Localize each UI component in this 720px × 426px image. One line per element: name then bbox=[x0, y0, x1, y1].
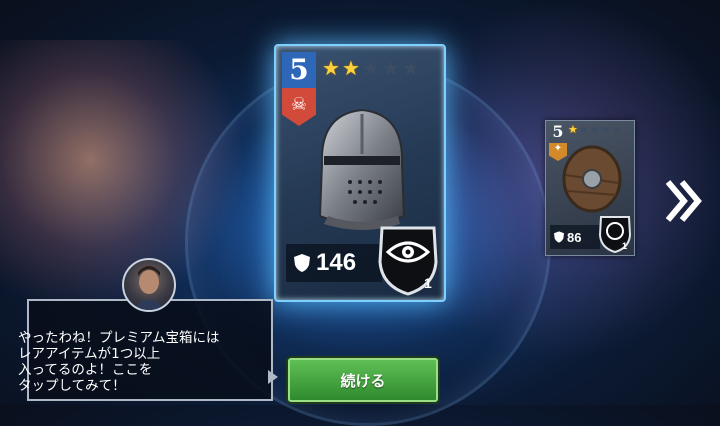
round-wooden-shield-icon bbox=[562, 145, 622, 213]
armor-shield-icon bbox=[554, 231, 564, 243]
continue-button[interactable]: 続ける bbox=[288, 358, 438, 402]
star-rating: ★ ★ ★ ★ ★ bbox=[568, 123, 621, 136]
star-filled-icon: ★ bbox=[341, 56, 360, 80]
next-arrow-icon[interactable] bbox=[664, 178, 704, 224]
class-count: 1 bbox=[424, 275, 432, 291]
class-count: 1 bbox=[622, 241, 627, 251]
dialog-line: レアアイテムが1つ以上 bbox=[18, 346, 161, 362]
star-empty-icon: ★ bbox=[381, 56, 400, 80]
power-stat: 86 bbox=[550, 225, 600, 249]
lion-icon: 1 bbox=[598, 216, 632, 253]
dialog-line: 入ってるのよ！ここを bbox=[18, 362, 153, 378]
power-value: 146 bbox=[316, 249, 357, 276]
eye-icon: 1 bbox=[378, 226, 438, 296]
tier-badge: 5 bbox=[552, 122, 564, 141]
star-filled-icon: ★ bbox=[322, 56, 340, 80]
star-empty-icon: ★ bbox=[401, 56, 420, 80]
tier-badge: 5 bbox=[282, 52, 316, 88]
star-rating: ★ ★ ★ ★ ★ bbox=[322, 56, 420, 80]
dialog-text: やったわね！プレミアム宝箱には レアアイテムが1つ以上 入ってるのよ！ここを タ… bbox=[18, 330, 258, 394]
star-empty-icon: ★ bbox=[578, 123, 589, 136]
star-filled-icon: ★ bbox=[568, 123, 578, 136]
dialog-tail bbox=[268, 370, 278, 384]
item-card-side[interactable]: 5 ★ ★ ★ ★ ★ ✦ 86 1 bbox=[545, 120, 635, 256]
star-empty-icon: ★ bbox=[611, 123, 622, 136]
advisor-avatar bbox=[132, 266, 166, 310]
star-empty-icon: ★ bbox=[589, 123, 600, 136]
power-stat: 146 bbox=[286, 244, 382, 282]
knight-helmet-icon bbox=[318, 108, 406, 230]
star-empty-icon: ★ bbox=[600, 123, 611, 136]
character-portrait bbox=[122, 258, 176, 312]
armor-shield-icon bbox=[294, 254, 310, 272]
star-empty-icon: ★ bbox=[361, 56, 380, 80]
item-card-main[interactable]: 5 ☠ ★ ★ ★ ★ ★ 146 1 bbox=[274, 44, 446, 302]
dialog-line: やったわね！プレミアム宝箱には bbox=[18, 330, 220, 346]
dialog-line: タップしてみて！ bbox=[18, 378, 126, 394]
power-value: 86 bbox=[567, 229, 582, 245]
